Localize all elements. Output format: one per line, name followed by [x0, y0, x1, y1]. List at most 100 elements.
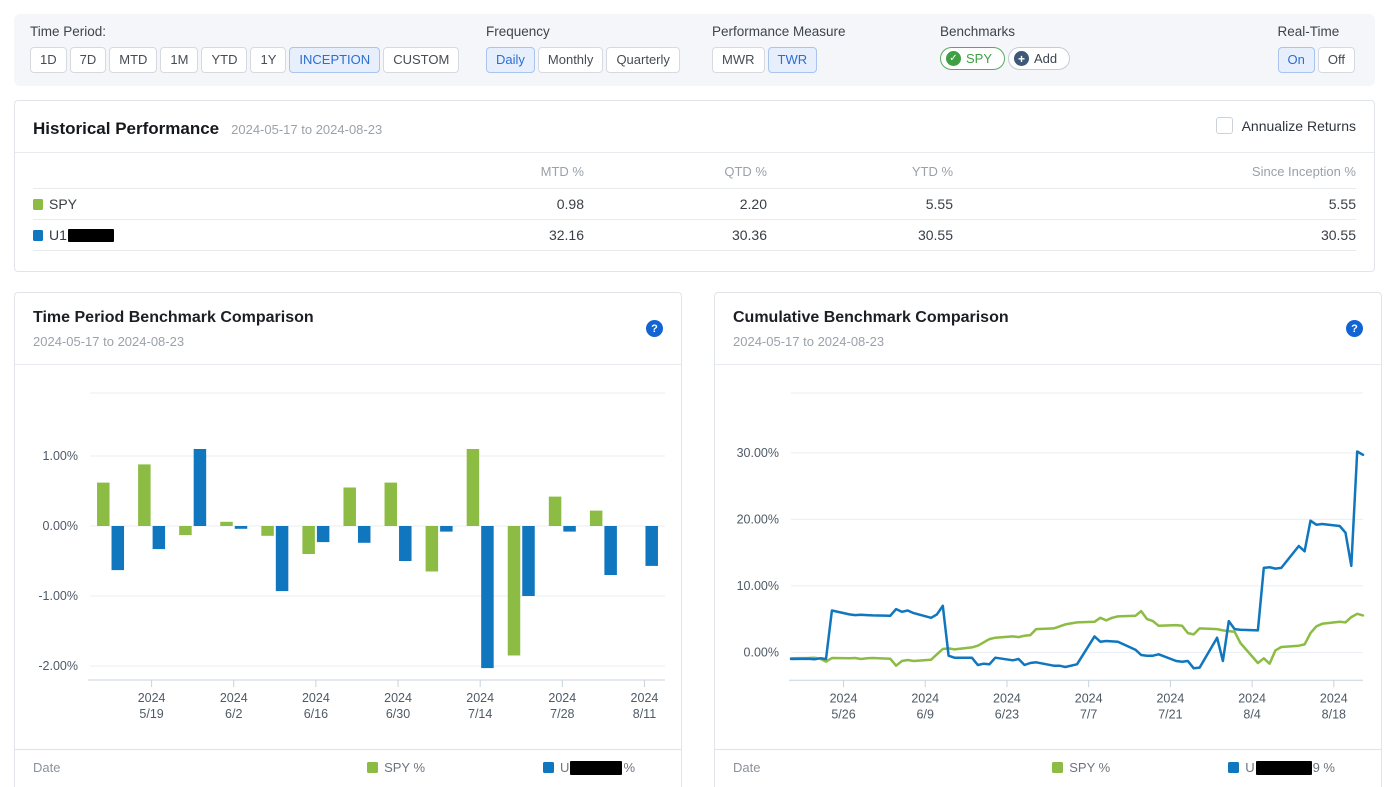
x-axis-label-date: 7/7	[1080, 707, 1097, 721]
benchmarks-label: Benchmarks	[940, 24, 1070, 39]
bar-spy	[302, 526, 315, 554]
bar-benchmark	[235, 526, 248, 529]
annualize-returns-control[interactable]: Annualize Returns	[1216, 117, 1356, 134]
legend-benchmark[interactable]: U %	[543, 760, 635, 775]
bar-spy	[343, 488, 356, 527]
spy-qtd-value: 2.20	[584, 189, 767, 220]
bar-benchmark	[399, 526, 412, 561]
frequency-quarterly-button[interactable]: Quarterly	[606, 47, 679, 73]
column-ytd: YTD %	[767, 156, 953, 189]
plus-icon: +	[1014, 51, 1029, 66]
historical-header: Historical Performance 2024-05-17 to 202…	[15, 101, 1374, 153]
time-period-1m-button[interactable]: 1M	[160, 47, 198, 73]
bar-benchmark	[194, 449, 207, 526]
time-period-group: Time Period: 1D 7D MTD 1M YTD 1Y INCEPTI…	[30, 24, 459, 73]
bar-spy	[179, 526, 192, 535]
benchmark-mtd-value: 32.16	[393, 220, 584, 251]
column-mtd: MTD %	[393, 156, 584, 189]
spy-mtd-value: 0.98	[393, 189, 584, 220]
frequency-label: Frequency	[486, 24, 680, 39]
time-period-1d-button[interactable]: 1D	[30, 47, 67, 73]
x-axis-label-date: 8/4	[1243, 707, 1260, 721]
line-chart-footer: Date SPY % U 9 %	[715, 749, 1381, 785]
spy-legend-swatch	[367, 762, 378, 773]
bar-chart-title: Time Period Benchmark Comparison	[33, 309, 663, 327]
line-chart-canvas[interactable]: 30.00%20.00%10.00%0.00%20245/2620246/920…	[715, 365, 1381, 749]
annualize-checkbox[interactable]	[1216, 117, 1233, 134]
legend-benchmark[interactable]: U 9 %	[1228, 760, 1335, 775]
y-axis-label: 0.00%	[43, 519, 78, 533]
bar-spy	[549, 497, 562, 526]
x-axis-label-year: 2024	[1156, 691, 1184, 705]
x-axis-label-year: 2024	[466, 691, 494, 705]
x-axis-label-date: 5/19	[139, 707, 163, 721]
bar-spy	[590, 511, 603, 526]
time-period-inception-button[interactable]: INCEPTION	[289, 47, 380, 73]
x-axis-label-year: 2024	[138, 691, 166, 705]
time-period-1y-button[interactable]: 1Y	[250, 47, 286, 73]
time-period-7d-button[interactable]: 7D	[70, 47, 107, 73]
bar-spy	[385, 483, 398, 526]
benchmark-qtd-value: 30.36	[584, 220, 767, 251]
redaction-box	[68, 229, 114, 242]
benchmark-spy-pill[interactable]: ✓ SPY	[940, 47, 1005, 70]
x-axis-label-date: 8/11	[633, 707, 656, 721]
real-time-on-button[interactable]: On	[1278, 47, 1315, 73]
bar-chart-legend: SPY % U %	[367, 760, 663, 775]
performance-measure-label: Performance Measure	[712, 24, 846, 39]
spy-color-swatch	[33, 199, 43, 210]
y-axis-label: 0.00%	[744, 645, 779, 659]
time-period-ytd-button[interactable]: YTD	[201, 47, 247, 73]
performance-table: MTD % QTD % YTD % Since Inception % SPY …	[33, 156, 1356, 251]
x-axis-label-date: 7/14	[468, 707, 492, 721]
frequency-group: Frequency Daily Monthly Quarterly	[486, 24, 680, 73]
x-axis-label-year: 2024	[548, 691, 576, 705]
y-axis-label: 30.00%	[737, 446, 779, 460]
benchmark-legend-prefix: U	[560, 760, 569, 775]
legend-spy[interactable]: SPY %	[1052, 760, 1110, 775]
x-axis-label-year: 2024	[1238, 691, 1266, 705]
toolbar: Time Period: 1D 7D MTD 1M YTD 1Y INCEPTI…	[14, 14, 1375, 86]
bar-spy	[426, 526, 439, 572]
historical-performance-panel: Historical Performance 2024-05-17 to 202…	[14, 100, 1375, 272]
time-period-chart-panel: Time Period Benchmark Comparison 2024-05…	[14, 292, 682, 787]
bar-benchmark	[440, 526, 453, 532]
benchmark-spy-text: SPY	[966, 51, 992, 66]
line-chart-legend: SPY % U 9 %	[1052, 760, 1363, 775]
benchmark-add-button[interactable]: + Add	[1008, 47, 1070, 70]
measure-mwr-button[interactable]: MWR	[712, 47, 765, 73]
frequency-monthly-button[interactable]: Monthly	[538, 47, 604, 73]
real-time-group: Real-Time On Off	[1278, 24, 1355, 73]
legend-spy[interactable]: SPY %	[367, 760, 425, 775]
time-period-mtd-button[interactable]: MTD	[109, 47, 157, 73]
x-axis-label-date: 6/9	[917, 707, 934, 721]
bar-benchmark	[522, 526, 535, 596]
table-row-benchmark: U1 32.16 30.36 30.55 30.55	[33, 220, 1356, 251]
help-icon[interactable]: ?	[646, 320, 663, 337]
line-chart-body: 30.00%20.00%10.00%0.00%20245/2620246/920…	[715, 365, 1381, 749]
help-icon[interactable]: ?	[1346, 320, 1363, 337]
bar-benchmark	[317, 526, 330, 542]
x-axis-label-year: 2024	[220, 691, 248, 705]
benchmark-legend-suffix: 9 %	[1313, 760, 1335, 775]
benchmark-inception-value: 30.55	[953, 220, 1356, 251]
frequency-daily-button[interactable]: Daily	[486, 47, 535, 73]
bar-chart-header: Time Period Benchmark Comparison 2024-05…	[15, 293, 681, 365]
benchmark-legend-prefix: U	[1245, 760, 1254, 775]
y-axis-label: -2.00%	[38, 659, 78, 673]
real-time-off-button[interactable]: Off	[1318, 47, 1355, 73]
x-axis-title: Date	[733, 760, 760, 775]
column-since-inception: Since Inception %	[953, 156, 1356, 189]
column-qtd: QTD %	[584, 156, 767, 189]
x-axis-label-date: 6/2	[225, 707, 242, 721]
x-axis-title: Date	[33, 760, 60, 775]
benchmark-row-label: U1	[49, 227, 67, 243]
line-spy	[791, 611, 1363, 666]
y-axis-label: 1.00%	[43, 449, 78, 463]
time-period-custom-button[interactable]: CUSTOM	[383, 47, 459, 73]
measure-twr-button[interactable]: TWR	[768, 47, 818, 73]
bar-chart-canvas[interactable]: 1.00%0.00%-1.00%-2.00%20245/1920246/2202…	[15, 365, 681, 749]
x-axis-label-date: 7/21	[1158, 707, 1182, 721]
bar-spy	[138, 464, 151, 526]
spy-ytd-value: 5.55	[767, 189, 953, 220]
